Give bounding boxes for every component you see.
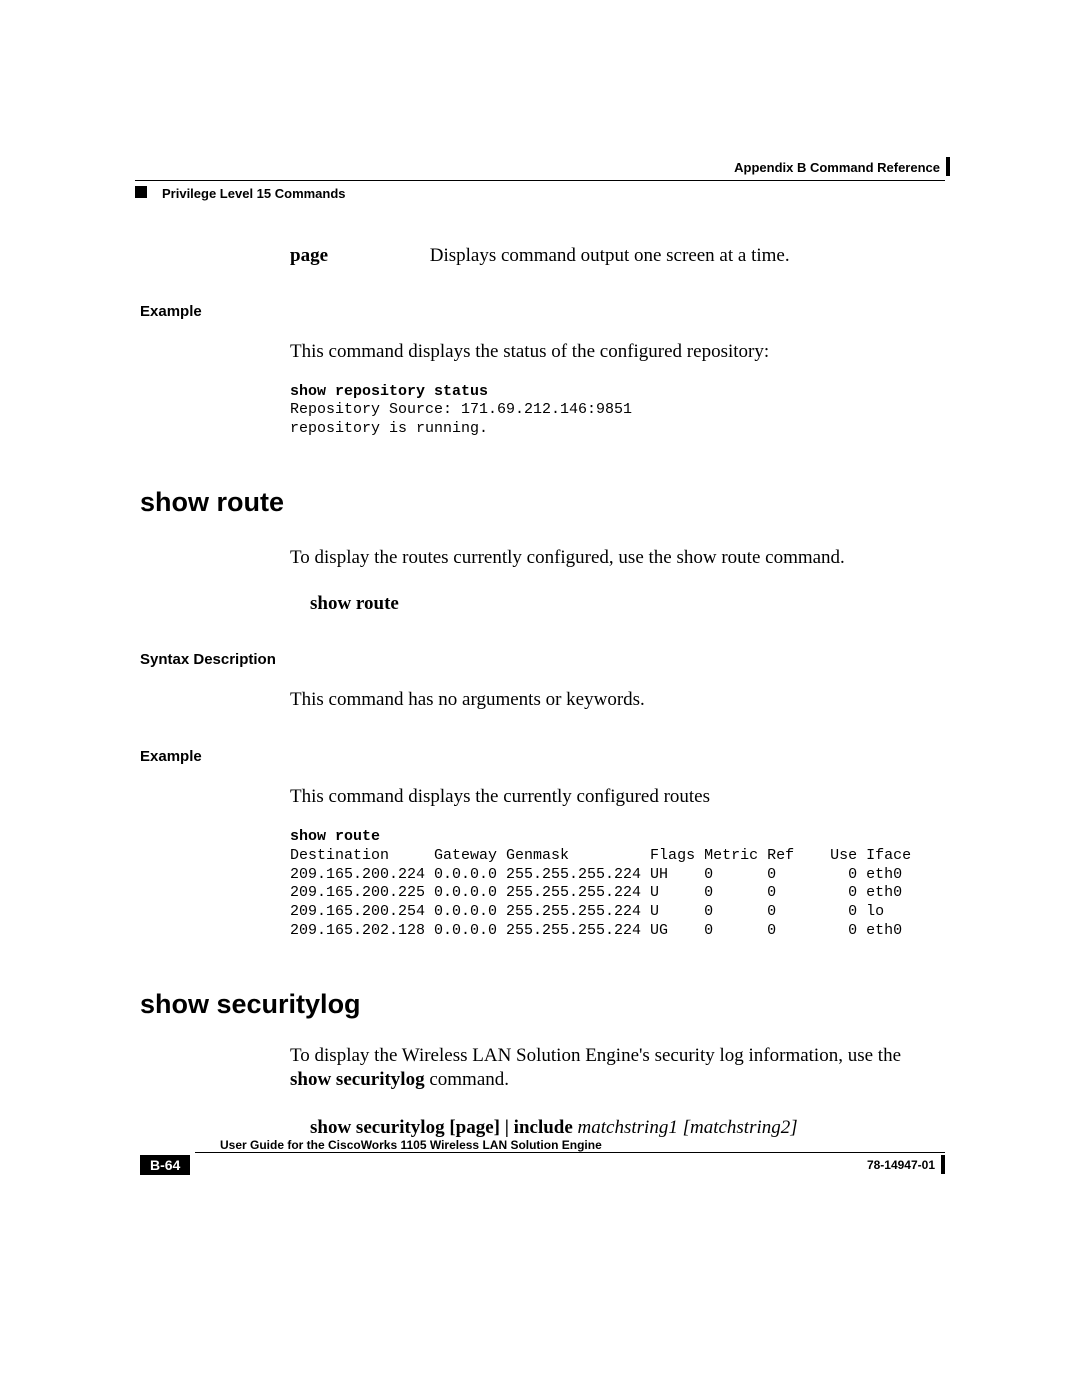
header-appendix: Appendix B Command Reference [734,160,940,175]
route-example-intro: This command displays the currently conf… [290,785,940,810]
route-syntax-desc: This command has no arguments or keyword… [290,688,940,713]
footer-doc-number: 78-14947-01 [867,1158,935,1172]
code-cmd-1: show repository status [290,383,488,400]
header-section: Privilege Level 15 Commands [140,186,346,201]
param-term: page [290,245,425,267]
param-row: page Displays command output one screen … [290,245,940,267]
example-code-1: show repository status Repository Source… [290,383,940,439]
seclog-intro: To display the Wireless LAN Solution Eng… [290,1044,940,1093]
heading-show-route: show route [140,487,940,518]
heading-show-securitylog: show securitylog [140,989,940,1020]
example-label-1: Example [140,303,940,320]
appendix-text: Appendix B Command Reference [734,160,940,175]
code-body-1: Repository Source: 171.69.212.146:9851 r… [290,401,632,437]
param-desc: Displays command output one screen at a … [430,245,790,266]
seclog-intro-b: show securitylog [290,1069,425,1090]
footer-guide: User Guide for the CiscoWorks 1105 Wirel… [220,1138,602,1152]
route-code-cmd: show route [290,828,380,845]
route-code-body: Destination Gateway Genmask Flags Metric… [290,847,911,939]
seclog-intro-a: To display the Wireless LAN Solution Eng… [290,1045,901,1066]
route-syntax-cmd: show route [310,593,940,615]
example-label-2: Example [140,748,940,765]
footer-rule [195,1152,945,1153]
footer-page-number: B-64 [140,1155,190,1175]
seclog-syntax-italic: matchstring1 [matchstring2] [578,1117,798,1138]
route-code: show route Destination Gateway Genmask F… [290,828,940,941]
seclog-syntax-bold: show securitylog [page] | include [310,1117,578,1138]
header-rule [135,180,945,181]
syntax-description-label: Syntax Description [140,651,940,668]
main-content: page Displays command output one screen … [140,245,940,1139]
seclog-syntax: show securitylog [page] | include matchs… [310,1117,940,1139]
footer-bar-icon [941,1155,945,1174]
header-bar-icon [946,157,950,176]
section-text: Privilege Level 15 Commands [162,186,346,201]
route-intro: To display the routes currently configur… [290,546,940,571]
seclog-intro-c: command. [425,1069,509,1090]
example-intro-1: This command displays the status of the … [290,340,940,365]
